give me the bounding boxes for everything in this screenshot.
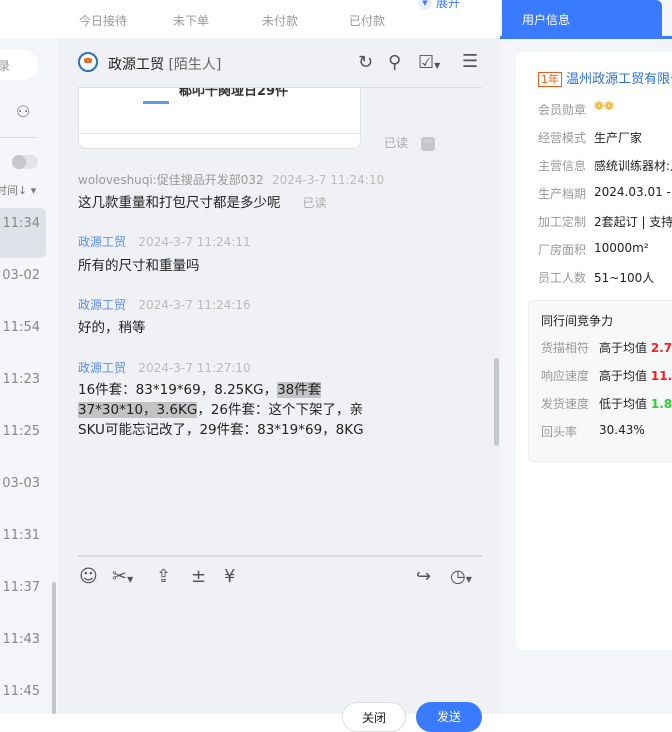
compete-label: 响应速度: [541, 369, 590, 383]
timestamp: 2024-3-7 11:24:16: [138, 298, 251, 312]
stats-bar: 今日接待 未下单 未付款 已付款 ▼ 展开: [0, 0, 500, 38]
value-custom: 2套起订 | 支持来: [594, 215, 672, 229]
avatar: [78, 52, 98, 72]
value-mode: 生产厂家: [594, 131, 643, 145]
task-check-icon[interactable]: ☑▼: [418, 52, 440, 73]
card-text: 郗叩千阕垭日29件: [179, 88, 289, 99]
chevron-down-icon: ▼: [418, 0, 432, 10]
list-item-time[interactable]: 11:34: [0, 216, 40, 231]
value-main: 感统训练器材:儿童: [594, 159, 672, 173]
emoji-icon[interactable]: ☺: [79, 566, 98, 587]
contact-tag: [陌生人]: [168, 57, 222, 73]
sender-name: 政源工贸: [78, 235, 127, 249]
message-text: 16件套：83*19*69，8.25KG，38件套37*30*10，3.6KG，…: [78, 382, 364, 438]
compete-label: 货描相符: [541, 341, 590, 355]
compete-value: 高于均值 2.77: [599, 341, 672, 355]
message-header: woloveshuqi:促佳搜品开发部032 2024-3-7 11:24:10: [78, 171, 384, 188]
value-staff: 51~100人: [594, 271, 655, 285]
label-schedule: 生产档期: [538, 187, 587, 201]
compete-label: 发货速度: [541, 397, 590, 411]
list-item-time[interactable]: 11:54: [0, 320, 40, 335]
list-item-time[interactable]: 03-03: [0, 476, 40, 491]
more-icon[interactable]: ···: [421, 137, 435, 151]
timestamp: 2024-3-7 11:24:10: [271, 173, 385, 187]
sender-name: 政源工贸: [78, 361, 127, 375]
member-year-badge: 1年: [538, 72, 562, 87]
compete-value: 高于均值 11.2: [599, 369, 672, 383]
refresh-icon[interactable]: ↻: [358, 52, 373, 73]
message-text: 这几款重量和打包尺寸都是多少呢: [78, 195, 281, 211]
search-input[interactable]: 录: [0, 50, 38, 80]
compete-value: 30.43%: [599, 423, 645, 437]
chat-scrollbar[interactable]: [494, 358, 499, 446]
timestamp: 2024-3-7 11:24:11: [138, 235, 251, 249]
stat-no-order[interactable]: 未下单: [151, 12, 231, 29]
list-item-time[interactable]: 11:31: [0, 528, 40, 543]
calculator-icon[interactable]: ±: [191, 566, 206, 587]
sender-name: woloveshuqi:促佳搜品开发部032: [78, 173, 264, 187]
sender-name: 政源工贸: [78, 298, 127, 312]
stat-paid[interactable]: 已付款: [327, 12, 407, 29]
label-staff: 员工人数: [538, 271, 587, 285]
label-main: 主营信息: [538, 159, 587, 173]
scissors-icon[interactable]: ✂▼: [112, 566, 133, 587]
page-title: 政源工贸 [陌生人]: [108, 54, 221, 74]
compete-title: 同行间竞争力: [541, 314, 614, 328]
contact-name: 政源工贸: [108, 57, 164, 73]
divider: [78, 555, 482, 557]
product-card[interactable]: 郗叩千阕垭日29件: [78, 88, 361, 149]
read-status: 已读: [302, 196, 327, 210]
compete-label: 回头率: [541, 425, 578, 439]
compete-value: 低于均值 1.88: [599, 397, 672, 411]
list-item-time[interactable]: 11:25: [0, 424, 40, 439]
list-item-time[interactable]: 11:37: [0, 580, 40, 595]
company-link[interactable]: 温州政源工贸有限公司: [566, 72, 672, 87]
company-header: 1年 温州政源工贸有限公司: [538, 68, 672, 87]
medal-icon: ❁❁: [594, 99, 615, 113]
list-item-time[interactable]: 11:45: [0, 684, 40, 699]
label-area: 厂房面积: [538, 243, 587, 257]
stat-today[interactable]: 今日接待: [63, 12, 143, 29]
toggle[interactable]: [12, 155, 38, 169]
message-text: 好的，稍等: [78, 320, 146, 336]
label-custom: 加工定制: [538, 215, 587, 229]
list-item-time[interactable]: 11:43: [0, 632, 40, 647]
divider: [0, 137, 38, 138]
share-icon[interactable]: ↪: [416, 566, 431, 587]
tab-user-info[interactable]: 用户信息: [502, 0, 662, 38]
message: 这几款重量和打包尺寸都是多少呢 已读: [78, 193, 327, 213]
send-button[interactable]: 发送: [416, 702, 482, 732]
list-scrollbar[interactable]: [52, 582, 56, 714]
label-badge: 会员勋章: [538, 103, 587, 117]
timestamp: 2024-3-7 11:27:10: [138, 361, 251, 375]
menu-icon[interactable]: ☰: [462, 51, 478, 72]
expand-button[interactable]: ▼ 展开: [418, 0, 460, 11]
message-text: 所有的尺寸和重量吗: [78, 258, 200, 274]
sort-dropdown[interactable]: 时间↓ ▾: [0, 182, 36, 198]
read-status: 已读: [384, 136, 409, 150]
yuan-icon[interactable]: ¥: [224, 566, 235, 587]
scheduled-message-icon[interactable]: ◷▼: [450, 566, 472, 587]
card-image: [143, 101, 169, 104]
upload-icon[interactable]: ⇪: [156, 566, 171, 587]
label-mode: 经营模式: [538, 131, 587, 145]
list-item-time[interactable]: 11:23: [0, 372, 40, 387]
value-schedule: 2024.03.01 - 2024: [594, 185, 672, 199]
stat-unpaid[interactable]: 未付款: [240, 12, 320, 29]
list-item-time[interactable]: 03-02: [0, 268, 40, 283]
org-chart-icon[interactable]: ⚇: [16, 102, 30, 121]
close-button[interactable]: 关闭: [342, 702, 406, 732]
value-area: 10000m²: [594, 241, 649, 255]
expand-label: 展开: [436, 0, 461, 10]
add-user-icon[interactable]: ⚲: [388, 52, 401, 73]
